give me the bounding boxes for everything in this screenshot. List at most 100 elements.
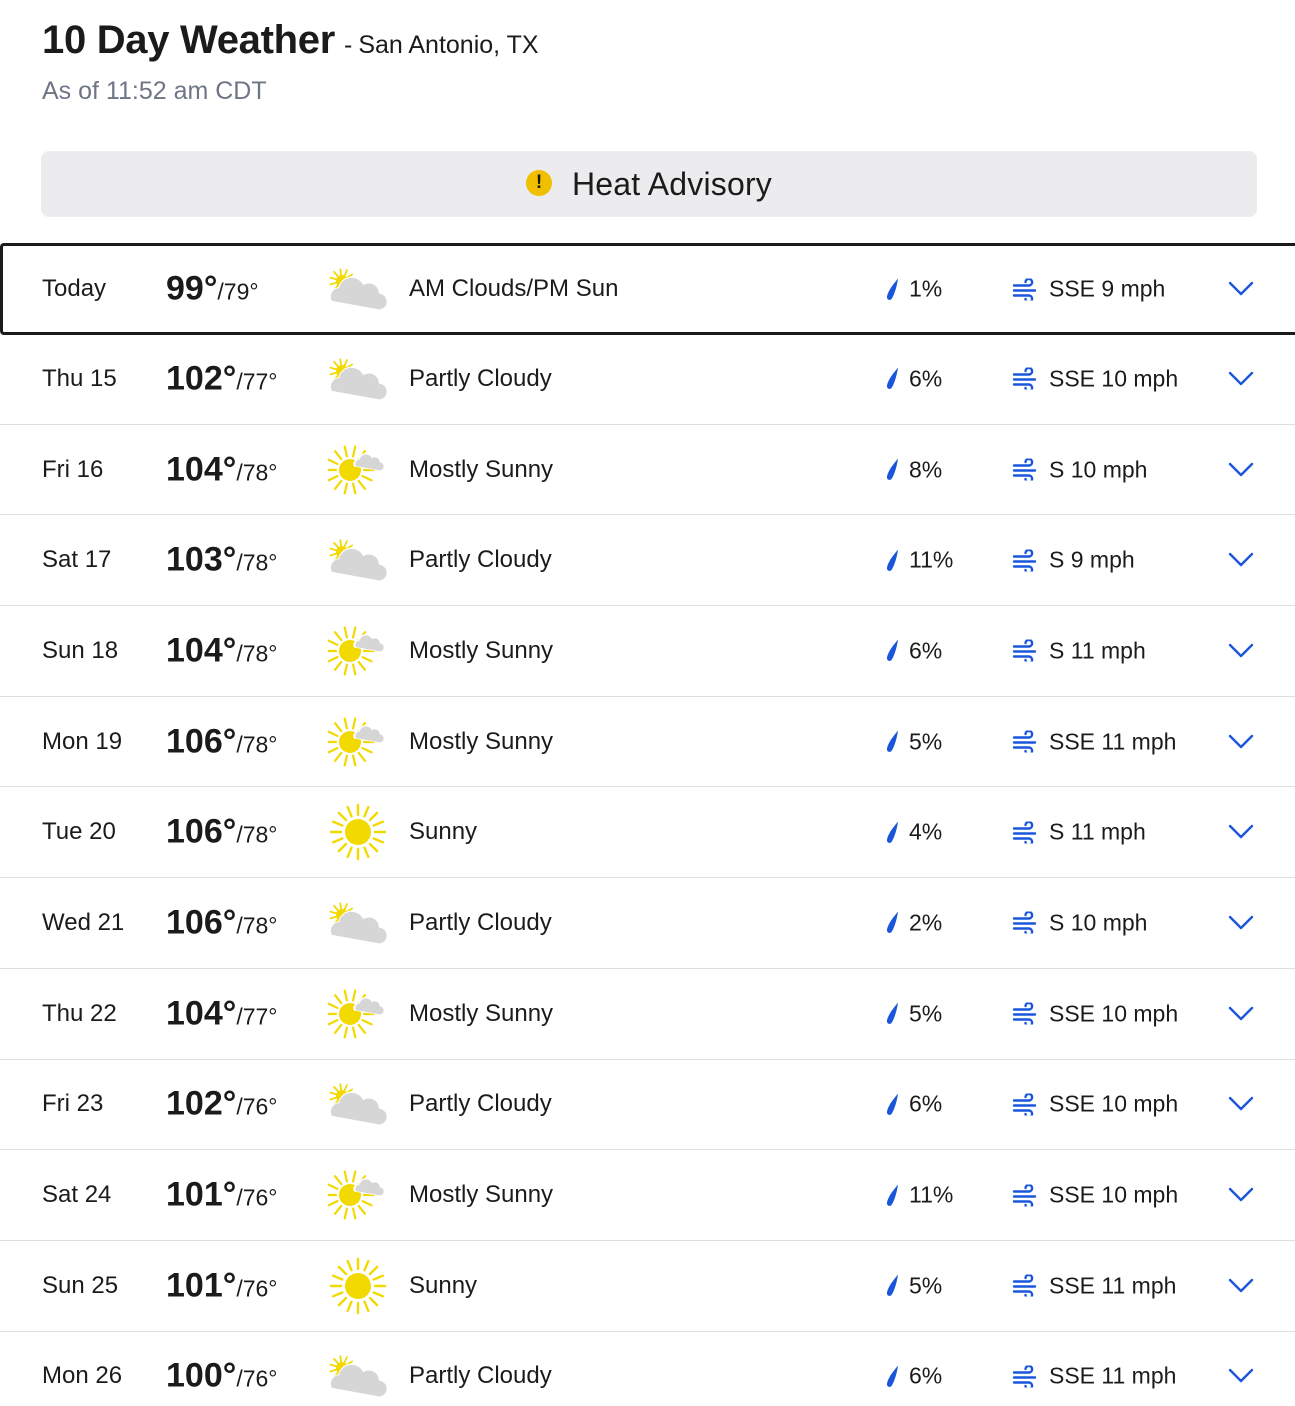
forecast-day-row-7[interactable]: Wed 21 106°/78° Partly Cloudy 2% S 10 mp… (0, 878, 1295, 969)
chevron-down-icon[interactable] (1228, 281, 1254, 297)
title-separator: - (344, 31, 353, 59)
chevron-down-icon[interactable] (1228, 1278, 1254, 1294)
raindrop-icon (886, 1365, 898, 1387)
forecast-header: 10 Day Weather - San Antonio, TX As of 1… (42, 18, 1295, 106)
precipitation-chance: 1% (909, 275, 943, 302)
forecast-day-row-11[interactable]: Sun 25 101°/76° Sunny 5% SSE 11 mph (0, 1241, 1295, 1332)
day-label: Mon 19 (42, 727, 123, 755)
forecast-day-row-6[interactable]: Tue 20 106°/78° Sunny 4% S 11 mph (0, 787, 1295, 879)
mostly-sunny-icon (328, 989, 388, 1039)
forecast-day-row-2[interactable]: Fri 16 104°/78° Mostly Sunny 8% S 10 mph (0, 425, 1295, 516)
heat-advisory-alert-button[interactable]: ! Heat Advisory (41, 151, 1257, 217)
condition-text: Mostly Sunny (409, 455, 554, 483)
forecast-day-row-8[interactable]: Thu 22 104°/77° Mostly Sunny 5% SSE 10 m… (0, 969, 1295, 1060)
forecast-day-row-4[interactable]: Sun 18 104°/78° Mostly Sunny 6% S 11 mph (0, 606, 1295, 697)
low-temperature: /79° (217, 278, 259, 305)
chevron-down-icon[interactable] (1228, 1096, 1254, 1112)
partly-cloudy-icon (328, 1082, 388, 1126)
precipitation: 5% (885, 1000, 942, 1027)
precipitation: 6% (885, 1363, 942, 1390)
forecast-day-row-12[interactable]: Mon 26 100°/76° Partly Cloudy 6% SSE 11 … (0, 1332, 1295, 1406)
updated-timestamp: As of 11:52 am CDT (42, 77, 267, 105)
forecast-day-row-1[interactable]: Thu 15 102°/77° Partly Cloudy 6% SSE 10 … (0, 334, 1295, 425)
mostly-sunny-icon (328, 717, 388, 767)
wind: SSE 10 mph (1012, 1091, 1178, 1118)
precipitation: 8% (885, 456, 942, 483)
condition-text: Mostly Sunny (409, 1181, 554, 1209)
precipitation: 4% (885, 819, 942, 846)
temperature-range: 106°/78° (166, 903, 278, 942)
precipitation: 5% (885, 728, 942, 755)
wind-icon (1012, 821, 1037, 844)
forecast-day-row-0[interactable]: Today 99°/79° AM Clouds/PM Sun 1% SSE 9 … (0, 243, 1295, 335)
high-temperature: 106° (166, 903, 237, 942)
low-temperature: /77° (236, 368, 278, 395)
precipitation-chance: 11% (909, 546, 954, 573)
wind-speed: S 11 mph (1049, 637, 1146, 664)
day-label: Tue 20 (42, 818, 116, 846)
wind: SSE 9 mph (1012, 276, 1165, 303)
chevron-down-icon[interactable] (1228, 462, 1254, 478)
partly-cloudy-icon (328, 538, 388, 582)
forecast-day-row-5[interactable]: Mon 19 106°/78° Mostly Sunny 5% SSE 11 m… (0, 697, 1295, 788)
forecast-day-row-10[interactable]: Sat 24 101°/76° Mostly Sunny 11% SSE 10 … (0, 1150, 1295, 1241)
day-label: Thu 22 (42, 999, 117, 1027)
forecast-day-row-3[interactable]: Sat 17 103°/78° Partly Cloudy 11% S 9 mp… (0, 515, 1295, 607)
wind: SSE 10 mph (1012, 1000, 1178, 1027)
day-label: Sun 18 (42, 636, 119, 664)
forecast-day-row-9[interactable]: Fri 23 102°/76° Partly Cloudy 6% SSE 10 … (0, 1060, 1295, 1151)
precipitation-chance: 4% (909, 818, 943, 845)
temperature-range: 106°/78° (166, 813, 278, 852)
condition-text: Sunny (409, 1271, 478, 1299)
chevron-down-icon[interactable] (1228, 1187, 1254, 1203)
day-label: Fri 16 (42, 455, 104, 483)
high-temperature: 103° (166, 540, 237, 579)
chevron-down-icon[interactable] (1228, 915, 1254, 931)
chevron-down-icon[interactable] (1228, 1006, 1254, 1022)
low-temperature: /77° (236, 1003, 278, 1030)
wind-speed: S 10 mph (1049, 909, 1148, 936)
raindrop-icon (886, 1093, 898, 1115)
ten-day-forecast-page: 10 Day Weather - San Antonio, TX As of 1… (0, 0, 1295, 1406)
raindrop-icon (886, 1184, 898, 1206)
temperature-range: 102°/76° (166, 1085, 278, 1124)
condition-text: Partly Cloudy (409, 1362, 552, 1390)
partly-cloudy-icon (328, 1354, 388, 1398)
high-temperature: 99° (166, 269, 218, 308)
condition-text: Mostly Sunny (409, 636, 554, 664)
precipitation-chance: 5% (909, 1272, 943, 1299)
alert-label: Heat Advisory (571, 165, 773, 202)
temperature-range: 104°/77° (166, 994, 278, 1033)
high-temperature: 101° (166, 1266, 237, 1305)
wind-icon (1012, 1184, 1037, 1207)
daily-forecast-list: Today 99°/79° AM Clouds/PM Sun 1% SSE 9 … (0, 243, 1295, 1406)
chevron-down-icon[interactable] (1228, 552, 1254, 568)
chevron-down-icon[interactable] (1228, 824, 1254, 840)
precipitation-chance: 6% (909, 637, 943, 664)
high-temperature: 106° (166, 722, 237, 761)
low-temperature: /76° (236, 1365, 278, 1392)
raindrop-icon (886, 639, 898, 662)
day-label: Sun 25 (42, 1271, 119, 1299)
wind-icon (1012, 458, 1037, 481)
wind-icon (1012, 278, 1037, 300)
chevron-down-icon[interactable] (1228, 643, 1254, 659)
raindrop-icon (886, 821, 898, 843)
low-temperature: /78° (236, 912, 278, 939)
chevron-down-icon[interactable] (1228, 371, 1254, 387)
wind-speed: SSE 10 mph (1049, 1181, 1179, 1208)
wind-speed: SSE 11 mph (1049, 1272, 1177, 1299)
sunny-icon (328, 804, 388, 861)
precipitation: 5% (885, 1272, 942, 1299)
mostly-sunny-icon (328, 445, 388, 495)
chevron-down-icon[interactable] (1228, 1368, 1254, 1384)
chevron-down-icon[interactable] (1228, 734, 1254, 750)
wind: S 10 mph (1012, 456, 1147, 483)
high-temperature: 102° (166, 1084, 237, 1123)
day-label: Mon 26 (42, 1362, 123, 1390)
high-temperature: 104° (166, 450, 237, 489)
precipitation-chance: 5% (909, 1000, 943, 1027)
sunny-icon (328, 1257, 388, 1314)
location-name: San Antonio, TX (358, 31, 539, 59)
high-temperature: 104° (166, 631, 237, 670)
